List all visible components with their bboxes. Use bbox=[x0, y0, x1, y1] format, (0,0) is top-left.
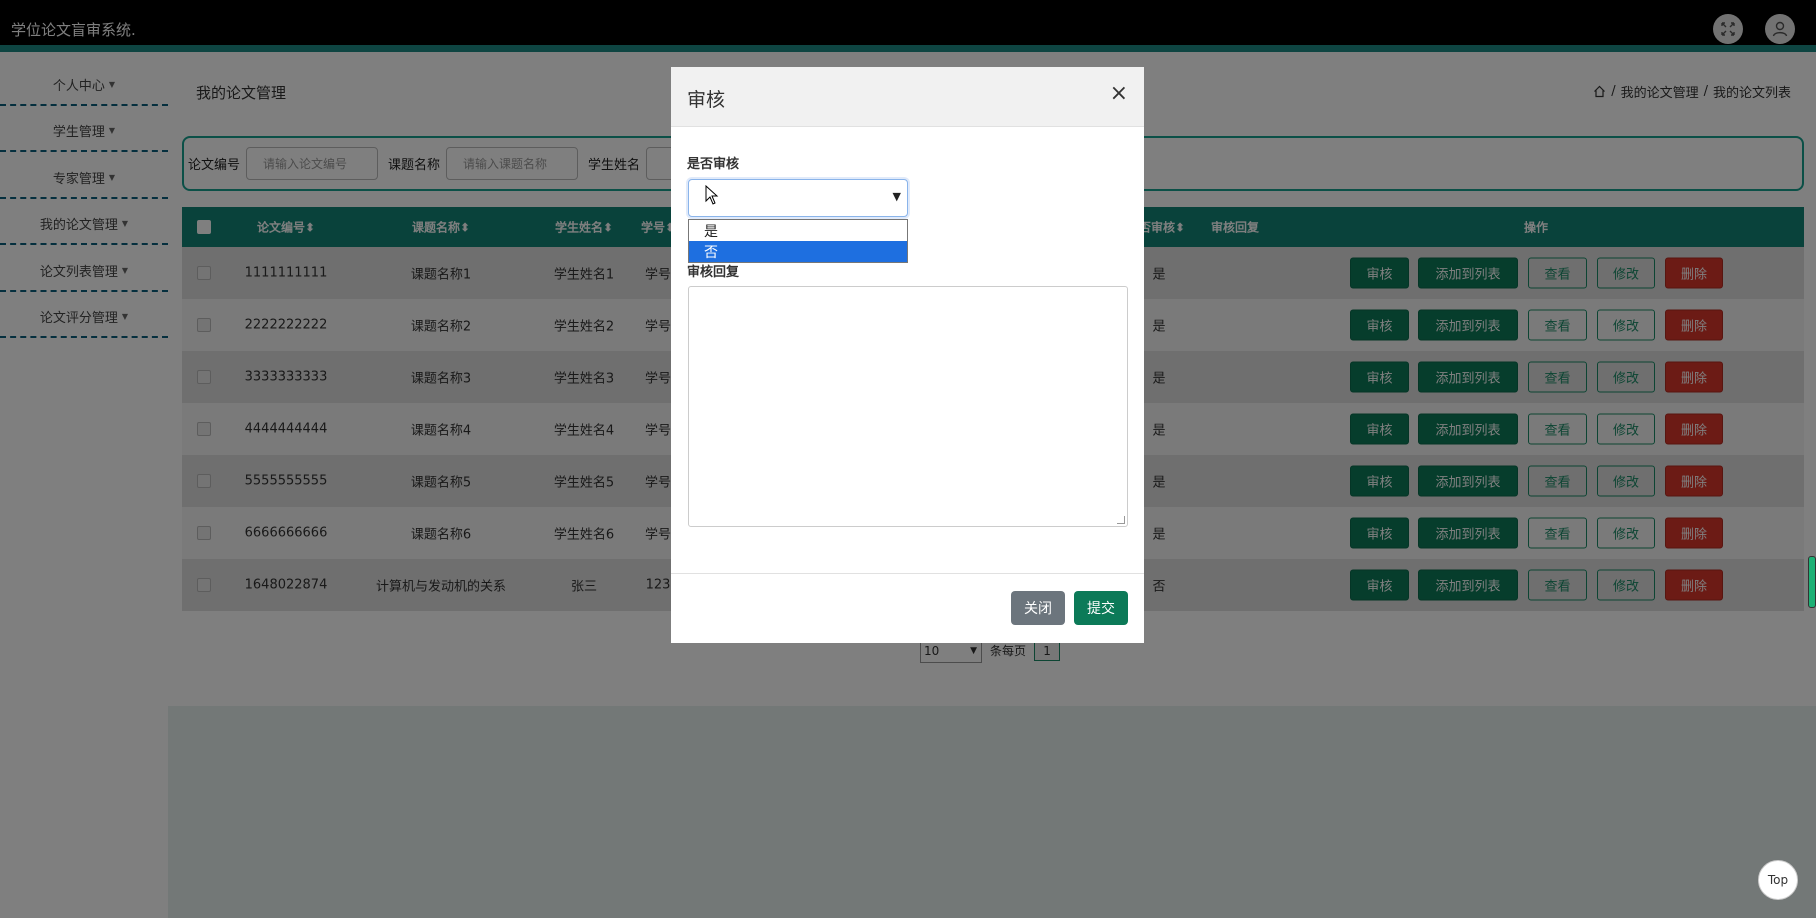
audit-reply-label: 审核回复 bbox=[687, 265, 740, 280]
audit-modal: 审核 × 是否审核 ▼ 是 否 审核回复 关闭 提交 bbox=[671, 67, 1144, 643]
option-no[interactable]: 否 bbox=[689, 241, 907, 262]
close-icon[interactable]: × bbox=[1110, 81, 1128, 106]
submit-button[interactable]: 提交 bbox=[1074, 591, 1128, 625]
chevron-down-icon: ▼ bbox=[892, 190, 901, 203]
is-audited-label: 是否审核 bbox=[687, 157, 740, 172]
back-to-top-button[interactable]: Top bbox=[1758, 860, 1798, 900]
mouse-cursor-icon bbox=[705, 185, 719, 205]
close-button[interactable]: 关闭 bbox=[1011, 591, 1065, 625]
option-yes[interactable]: 是 bbox=[689, 220, 907, 241]
modal-footer: 关闭 提交 bbox=[671, 573, 1144, 643]
resize-handle-icon[interactable] bbox=[1117, 516, 1125, 524]
modal-title: 审核 bbox=[687, 89, 726, 111]
is-audited-select[interactable]: ▼ bbox=[688, 179, 908, 217]
modal-header: 审核 × bbox=[671, 67, 1144, 127]
is-audited-dropdown: 是 否 bbox=[688, 219, 908, 263]
scrollbar-thumb[interactable] bbox=[1808, 556, 1816, 608]
audit-reply-textarea[interactable] bbox=[688, 286, 1128, 527]
